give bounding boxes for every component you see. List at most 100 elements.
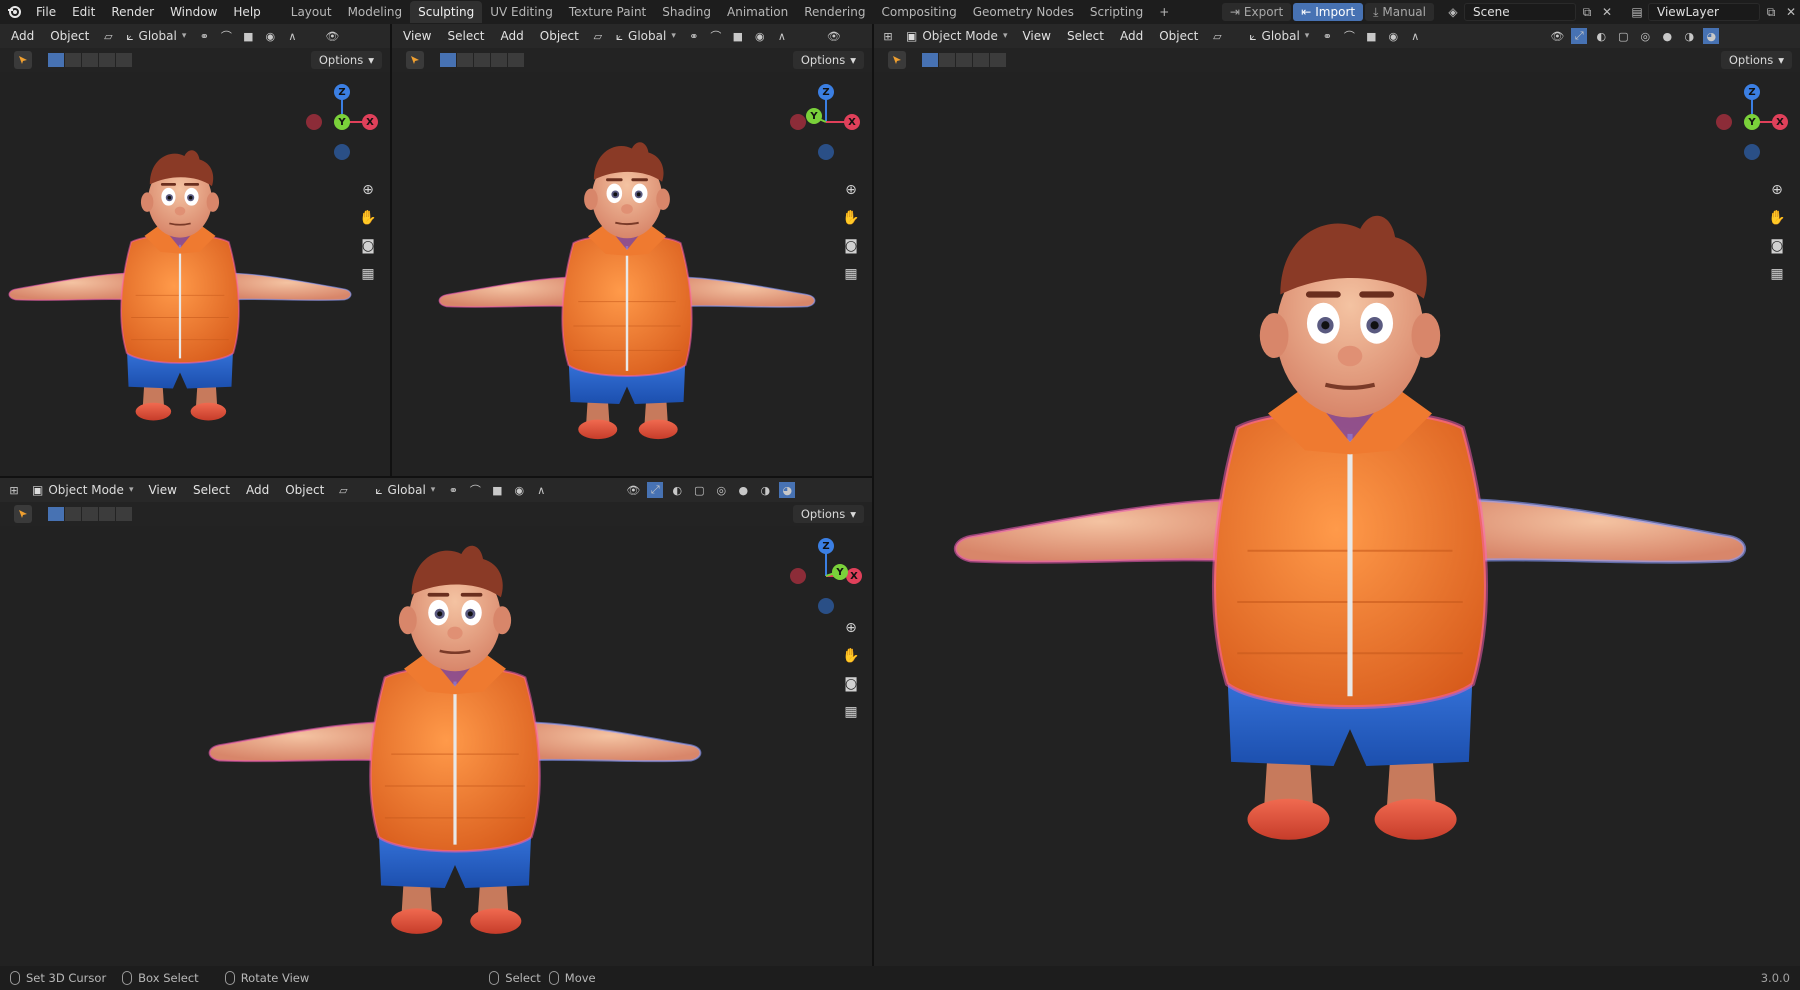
mode-dropdown[interactable]: ▣ Object Mode ▾ xyxy=(28,483,137,497)
menu-window[interactable]: Window xyxy=(162,0,225,24)
object-type-icon[interactable]: ▱ xyxy=(335,482,351,498)
manual-button[interactable]: ⤓ Manual xyxy=(1365,3,1434,21)
tab-rendering[interactable]: Rendering xyxy=(796,1,873,23)
menu-object[interactable]: Object xyxy=(280,483,329,497)
snap-icon[interactable]: ⌒ xyxy=(467,482,483,498)
tab-scripting[interactable]: Scripting xyxy=(1082,1,1151,23)
gizmo-neg-x[interactable] xyxy=(1716,114,1732,130)
snap-target-icon[interactable]: ■ xyxy=(240,28,256,44)
xray-icon[interactable]: ▢ xyxy=(1615,28,1631,44)
selection-mode-buttons[interactable] xyxy=(440,53,524,67)
zoom-icon[interactable]: ⊕ xyxy=(840,180,862,200)
import-button[interactable]: ⇤ Import xyxy=(1293,3,1364,21)
hand-icon[interactable]: ✋ xyxy=(840,208,862,228)
snap-target-icon[interactable]: ■ xyxy=(730,28,746,44)
snap-icon[interactable]: ⌒ xyxy=(218,28,234,44)
zoom-icon[interactable]: ⊕ xyxy=(840,618,862,638)
area-divider[interactable] xyxy=(872,24,874,966)
gizmo-y-axis[interactable]: Y xyxy=(1744,114,1760,130)
menu-object[interactable]: Object xyxy=(45,29,94,43)
gizmo-z-axis[interactable]: Z xyxy=(334,84,350,100)
shading-wireframe-icon[interactable]: ◎ xyxy=(713,482,729,498)
shading-material-icon[interactable]: ◑ xyxy=(757,482,773,498)
grid-icon[interactable]: ▦ xyxy=(357,264,379,284)
menu-add[interactable]: Add xyxy=(496,29,529,43)
mode-dropdown[interactable]: ▣ Object Mode ▾ xyxy=(902,29,1011,43)
gizmo-neg-z[interactable] xyxy=(818,598,834,614)
gizmo-y-axis[interactable]: Y xyxy=(806,108,822,124)
viewport-top-mid[interactable]: View Select Add Object ▱ ⟀ Global ▾ ⚭ ⌒ ■ … xyxy=(392,24,872,476)
select-tool-icon[interactable] xyxy=(888,51,906,69)
gizmo-toggle-icon[interactable]: ⤢ xyxy=(1571,28,1588,44)
gizmo-x-axis[interactable]: X xyxy=(846,568,862,584)
gizmo-toggle-icon[interactable]: ⤢ xyxy=(647,482,664,498)
viewport-canvas[interactable]: Z X Y ⊕ ✋ ◙ ▦ xyxy=(392,72,872,476)
select-tool-icon[interactable] xyxy=(14,505,32,523)
editor-type-icon[interactable]: ⊞ xyxy=(880,28,896,44)
grid-icon[interactable]: ▦ xyxy=(840,702,862,722)
menu-edit[interactable]: Edit xyxy=(64,0,103,24)
selection-mode-buttons[interactable] xyxy=(48,53,132,67)
hand-icon[interactable]: ✋ xyxy=(357,208,379,228)
gizmo-neg-x[interactable] xyxy=(790,568,806,584)
gizmo-y-axis[interactable]: Y xyxy=(832,564,848,580)
viewport-canvas[interactable]: Z X Y ⊕ ✋ ◙ ▦ xyxy=(0,72,390,476)
snap-target-icon[interactable]: ■ xyxy=(1363,28,1379,44)
object-type-icon[interactable]: ▱ xyxy=(100,28,116,44)
viewport-bottom-left[interactable]: ⊞ ▣ Object Mode ▾ View Select Add Object ▱… xyxy=(0,478,872,966)
shading-material-icon[interactable]: ◑ xyxy=(1681,28,1697,44)
options-dropdown[interactable]: Options ▾ xyxy=(792,505,864,523)
navigation-gizmo[interactable]: Z X Y xyxy=(302,82,382,162)
tab-animation[interactable]: Animation xyxy=(719,1,796,23)
selection-mode-buttons[interactable] xyxy=(48,507,132,521)
falloff-icon[interactable]: ∧ xyxy=(774,28,790,44)
proportional-edit-icon[interactable]: ◉ xyxy=(752,28,768,44)
navigation-gizmo[interactable]: Z X Y xyxy=(786,536,866,616)
menu-file[interactable]: File xyxy=(28,0,64,24)
proportional-edit-icon[interactable]: ◉ xyxy=(511,482,527,498)
delete-scene-icon[interactable]: ✕ xyxy=(1598,3,1616,21)
delete-viewlayer-icon[interactable]: ✕ xyxy=(1782,3,1800,21)
menu-view[interactable]: View xyxy=(143,483,181,497)
transform-orientation-dropdown[interactable]: ⟀ Global ▾ xyxy=(122,29,190,44)
area-divider[interactable] xyxy=(390,24,392,476)
gizmo-z-axis[interactable]: Z xyxy=(818,538,834,554)
viewport-top-left[interactable]: Add Object ▱ ⟀ Global ▾ ⚭ ⌒ ■ ◉ ∧ 👁 Option… xyxy=(0,24,390,476)
editor-type-icon[interactable]: ⊞ xyxy=(6,482,22,498)
snap-target-icon[interactable]: ■ xyxy=(489,482,505,498)
gizmo-x-axis[interactable]: X xyxy=(844,114,860,130)
grid-icon[interactable]: ▦ xyxy=(840,264,862,284)
scene-selector-icon[interactable]: ◈ xyxy=(1444,3,1462,21)
menu-select[interactable]: Select xyxy=(188,483,235,497)
options-dropdown[interactable]: Options ▾ xyxy=(310,51,382,69)
object-type-icon[interactable]: ▱ xyxy=(590,28,606,44)
visibility-icon[interactable]: 👁 xyxy=(324,28,340,44)
menu-add[interactable]: Add xyxy=(241,483,274,497)
tab-geometry-nodes[interactable]: Geometry Nodes xyxy=(965,1,1082,23)
gizmo-z-axis[interactable]: Z xyxy=(818,84,834,100)
snap-icon[interactable]: ⌒ xyxy=(708,28,724,44)
viewport-canvas[interactable]: Z X Y ⊕ ✋ ◙ ▦ xyxy=(874,72,1800,966)
hand-icon[interactable]: ✋ xyxy=(1766,208,1788,228)
tab-texture-paint[interactable]: Texture Paint xyxy=(561,1,654,23)
menu-object[interactable]: Object xyxy=(1154,29,1203,43)
transform-orientation-dropdown[interactable]: ⟀ Global ▾ xyxy=(371,483,439,498)
transform-orientation-dropdown[interactable]: ⟀ Global ▾ xyxy=(612,29,680,44)
camera-icon[interactable]: ◙ xyxy=(840,236,862,256)
falloff-icon[interactable]: ∧ xyxy=(284,28,300,44)
gizmo-neg-z[interactable] xyxy=(1744,144,1760,160)
menu-view[interactable]: View xyxy=(1017,29,1055,43)
zoom-icon[interactable]: ⊕ xyxy=(357,180,379,200)
falloff-icon[interactable]: ∧ xyxy=(533,482,549,498)
menu-view[interactable]: View xyxy=(398,29,436,43)
select-tool-icon[interactable] xyxy=(14,51,32,69)
object-type-icon[interactable]: ▱ xyxy=(1209,28,1225,44)
hand-icon[interactable]: ✋ xyxy=(840,646,862,666)
shading-solid-icon[interactable]: ● xyxy=(735,482,751,498)
shading-rendered-icon[interactable]: ◕ xyxy=(1703,28,1720,44)
gizmo-neg-z[interactable] xyxy=(818,144,834,160)
viewlayer-selector-icon[interactable]: ▤ xyxy=(1628,3,1646,21)
proportional-edit-icon[interactable]: ◉ xyxy=(1385,28,1401,44)
pivot-icon[interactable]: ⚭ xyxy=(686,28,702,44)
menu-help[interactable]: Help xyxy=(225,0,268,24)
